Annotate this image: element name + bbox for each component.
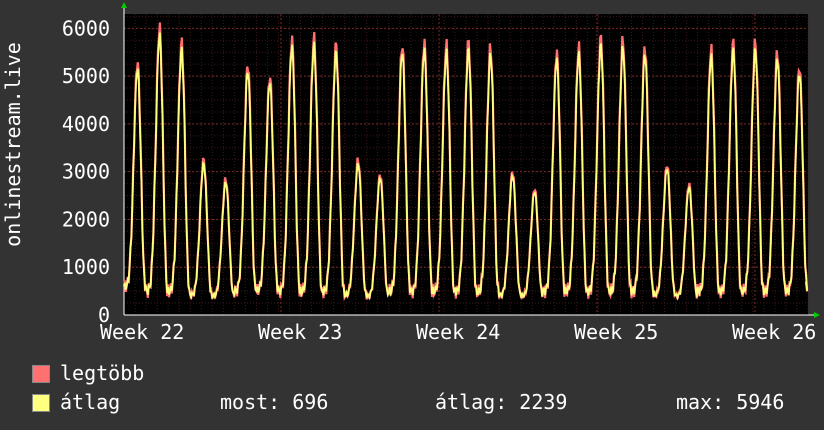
atlag-swatch [32, 394, 50, 412]
x-axis-arrow [814, 312, 820, 318]
chart: 0100020003000400050006000Week 22 Week 23 W… [1, 2, 820, 344]
y-tick-label: 3000 [62, 160, 110, 184]
x-tick-label: Week 24 [416, 320, 500, 344]
x-tick-label: Week 22 [100, 320, 184, 344]
current-value-stat: most: 696 [220, 390, 329, 414]
y-tick-label: 4000 [62, 112, 110, 136]
y-tick-label: 6000 [62, 16, 110, 40]
average-value-stat: átlag: 2239 [435, 390, 568, 414]
atlag-legend-label: átlag [60, 390, 121, 414]
x-tick-label: Week 23 [258, 320, 342, 344]
legtobb-swatch [32, 365, 50, 383]
y-tick-label: 1000 [62, 255, 110, 279]
x-tick-label: Week 26 [732, 320, 816, 344]
y-axis-label: onlinestream.live [1, 42, 25, 247]
max-value-stat: max: 5946 [676, 390, 785, 414]
legtobb-legend-label: legtöbb [60, 361, 145, 385]
y-tick-label: 5000 [62, 64, 110, 88]
y-axis-arrow [121, 2, 127, 8]
y-tick-label: 2000 [62, 207, 110, 231]
x-tick-label: Week 25 [574, 320, 658, 344]
